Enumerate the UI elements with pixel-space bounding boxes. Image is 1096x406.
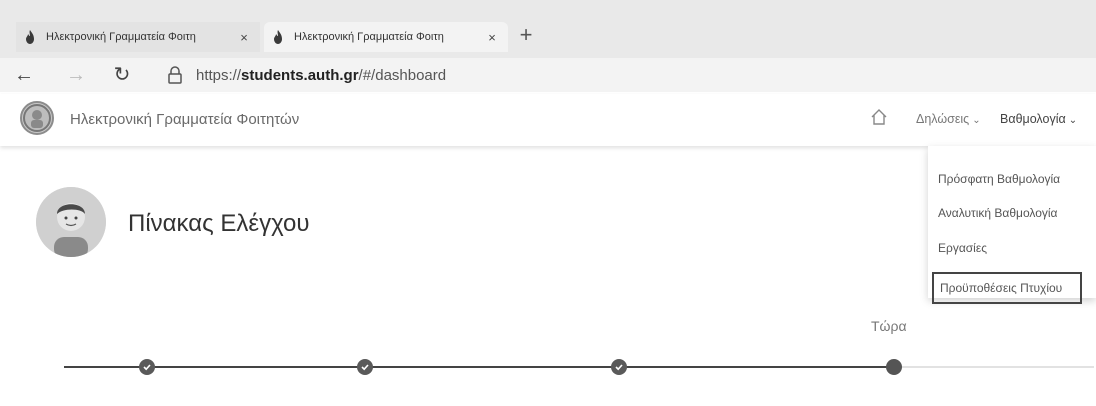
check-icon	[361, 364, 369, 371]
timeline-step-completed[interactable]	[139, 359, 155, 375]
nav-grades-label: Βαθμολογία	[1000, 112, 1066, 126]
page-title: Πίνακας Ελέγχου	[128, 210, 310, 237]
chevron-down-icon: ⌄	[972, 115, 981, 126]
menu-item-degree-requirements[interactable]: Προϋποθέσεις Πτυχίου	[932, 272, 1082, 304]
menu-item-assignments[interactable]: Εργασίες	[938, 241, 987, 255]
close-tab-icon[interactable]: ×	[236, 30, 252, 45]
chevron-down-icon: ⌄	[1068, 115, 1078, 126]
lock-icon	[168, 66, 182, 84]
university-logo[interactable]	[20, 101, 54, 135]
browser-tab-bar: Ηλεκτρονική Γραμματεία Φοιτη × Ηλεκτρονι…	[0, 0, 1096, 58]
url-field[interactable]: https://students.auth.gr/#/dashboard	[196, 67, 446, 84]
timeline-track-future	[894, 366, 1094, 368]
home-icon[interactable]	[870, 108, 888, 126]
reload-button[interactable]: ↻	[108, 62, 136, 88]
menu-item-detailed-grades[interactable]: Αναλυτική Βαθμολογία	[938, 206, 1057, 220]
url-scheme: https://	[196, 67, 242, 84]
check-icon	[615, 364, 623, 371]
grades-dropdown-menu: Πρόσφατη Βαθμολογία Αναλυτική Βαθμολογία…	[928, 146, 1096, 304]
flame-icon	[24, 30, 36, 44]
address-bar-row: ← → ↻ https://students.auth.gr/#/dashboa…	[0, 58, 1096, 92]
tab-title: Ηλεκτρονική Γραμματεία Φοιτη	[294, 31, 444, 43]
timeline-track	[64, 366, 894, 368]
close-tab-icon[interactable]: ×	[484, 30, 500, 45]
back-button[interactable]: ←	[10, 62, 38, 88]
avatar	[36, 187, 106, 257]
tab-title: Ηλεκτρονική Γραμματεία Φοιτη	[46, 31, 196, 43]
timeline-step-completed[interactable]	[611, 359, 627, 375]
url-path: /#/dashboard	[358, 67, 447, 84]
app-title[interactable]: Ηλεκτρονική Γραμματεία Φοιτητών	[70, 111, 299, 128]
browser-tab[interactable]: Ηλεκτρονική Γραμματεία Φοιτη ×	[16, 22, 260, 52]
forward-button[interactable]: →	[62, 62, 90, 88]
timeline-now-label: Τώρα	[871, 318, 907, 334]
browser-tab-active[interactable]: Ηλεκτρονική Γραμματεία Φοιτη ×	[264, 22, 508, 52]
nav-declarations[interactable]: Δηλώσεις ⌄	[916, 112, 981, 126]
url-host: students.auth.gr	[241, 67, 359, 84]
app-header: Ηλεκτρονική Γραμματεία Φοιτητών Δηλώσεις…	[0, 94, 1096, 146]
timeline-step-completed[interactable]	[357, 359, 373, 375]
nav-declarations-label: Δηλώσεις	[916, 112, 970, 126]
check-icon	[143, 364, 151, 371]
timeline-step-current[interactable]	[886, 359, 902, 375]
nav-grades[interactable]: Βαθμολογία ⌄	[1000, 112, 1077, 126]
menu-item-recent-grades[interactable]: Πρόσφατη Βαθμολογία	[938, 172, 1060, 186]
flame-icon	[272, 30, 284, 44]
new-tab-button[interactable]: +	[514, 22, 538, 50]
